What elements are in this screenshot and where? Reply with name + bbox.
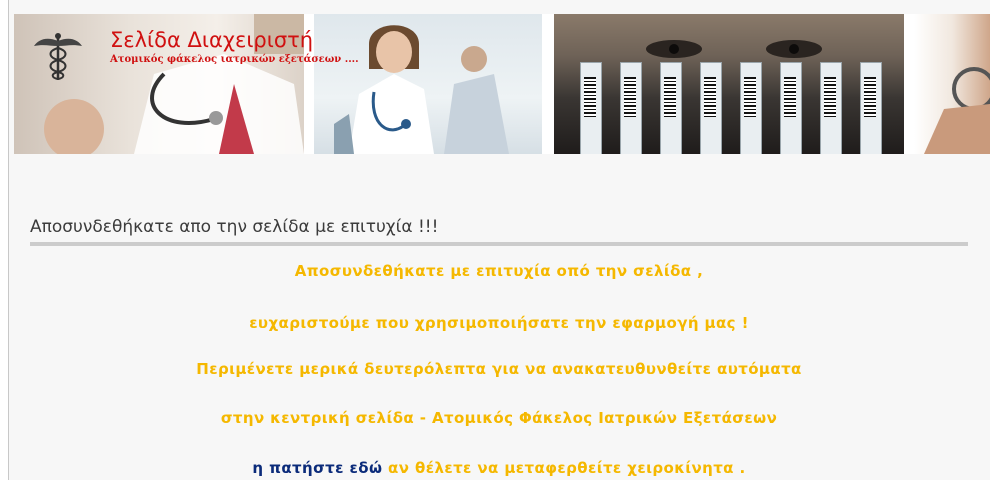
header-banner: Σελίδα Διαχειριστή Ατομικός φάκελος ιατρ…: [14, 14, 990, 154]
test-tubes-photo: [554, 14, 904, 154]
hand-illustration: [924, 67, 990, 154]
test-tube: [620, 62, 642, 154]
test-tube: [740, 62, 762, 154]
test-tube: [580, 62, 602, 154]
test-tube: [660, 62, 682, 154]
eyes-illustration: [646, 40, 822, 58]
nurse-photo: [314, 14, 542, 154]
test-tube: [820, 62, 842, 154]
site-subtitle: Ατομικός φάκελος ιατρικών εξετάσεων ....: [110, 54, 359, 65]
wait-message: Περιμένετε μερικά δευτερόλεπτα για να αν…: [196, 360, 802, 378]
page: Σελίδα Διαχειριστή Ατομικός φάκελος ιατρ…: [0, 0, 990, 480]
manual-redirect-link[interactable]: η πατήστε εδώ: [252, 459, 382, 477]
test-tube: [700, 62, 722, 154]
caduceus-icon: [34, 33, 82, 80]
nurse-illustration: [334, 25, 509, 154]
site-title: Σελίδα Διαχειριστή: [110, 28, 314, 52]
heading-divider: [30, 242, 968, 246]
test-tube: [860, 62, 882, 154]
test-tube: [780, 62, 802, 154]
thanks-message: ευχαριστούμε που χρησιμοποιήσατε την εφα…: [249, 314, 749, 332]
manual-redirect-text: αν θέλετε να μεταφερθείτε χειροκίνητα .: [382, 459, 746, 477]
redirect-target-message: στην κεντρική σελίδα - Ατομικός Φάκελος …: [220, 409, 778, 427]
manual-redirect-message: η πατήστε εδώ αν θέλετε να μεταφερθείτε …: [30, 459, 968, 477]
logout-message: Αποσυνδεθήκατε με επιτυχία οπό την σελίδ…: [294, 262, 704, 280]
page-heading: Αποσυνδεθήκατε απο την σελίδα με επιτυχί…: [30, 217, 439, 237]
hand-photo: [914, 14, 990, 154]
